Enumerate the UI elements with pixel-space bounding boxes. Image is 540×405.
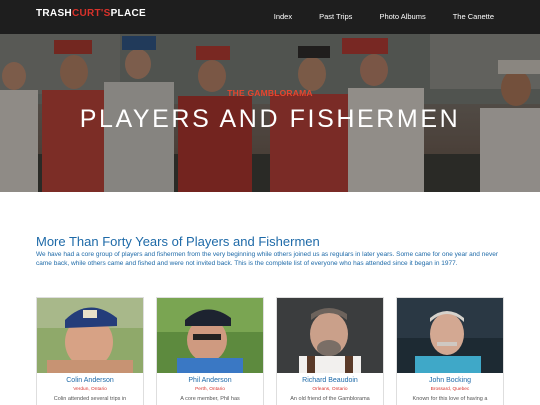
player-card[interactable]: Richard Beaudoin Orleans, Ontario An old… [276,297,384,405]
nav-link-photo-albums[interactable]: Photo Albums [379,12,425,21]
site-logo[interactable]: TRASHCURT'SPLACE [36,8,146,19]
player-bio: Colin attended several trips in [53,396,127,402]
player-location: Perth, Ontario [195,387,225,392]
player-card[interactable]: Phil Anderson Perth, Ontario A core memb… [156,297,264,405]
hero-kicker: THE GAMBLORAMA [227,88,313,98]
intro-paragraph: We have had a core group of players and … [36,251,498,267]
player-card[interactable]: John Bocking Brossard, Quebec Known for … [396,297,504,405]
hero-title: PLAYERS AND FISHERMEN [79,105,461,133]
player-bio: Known for this love of having a [412,396,488,402]
player-name[interactable]: John Bocking [397,377,503,384]
player-bio: A core member, Phil has [180,396,240,402]
nav-link-past-trips[interactable]: Past Trips [319,12,352,21]
section-heading: More Than Forty Years of Players and Fis… [36,234,320,249]
top-nav: TRASHCURT'SPLACE Index Past Trips Photo … [0,0,540,34]
player-location: Verdun, Ontario [73,387,107,392]
player-location: Brossard, Quebec [430,387,470,392]
player-photo [277,298,383,373]
player-name[interactable]: Phil Anderson [157,377,263,384]
player-photo [37,298,143,373]
player-location: Orleans, Ontario [312,387,348,392]
player-name[interactable]: Richard Beaudoin [277,377,383,384]
player-photo [157,298,263,373]
player-name[interactable]: Colin Anderson [37,377,143,384]
logo-text-place: PLACE [110,8,146,19]
player-card[interactable]: Colin Anderson Verdun, Ontario Colin att… [36,297,144,405]
logo-text-trash: TRASH [36,8,72,19]
nav-link-index[interactable]: Index [274,12,292,21]
player-bio: An old friend of the Gamblorama [290,396,370,402]
player-photo [397,298,503,373]
nav-links: Index Past Trips Photo Albums The Canett… [247,12,494,21]
hero-banner: THE GAMBLORAMA PLAYERS AND FISHERMEN [0,34,540,192]
logo-text-curts: CURT'S [71,8,111,19]
nav-link-the-canette[interactable]: The Canette [453,12,494,21]
